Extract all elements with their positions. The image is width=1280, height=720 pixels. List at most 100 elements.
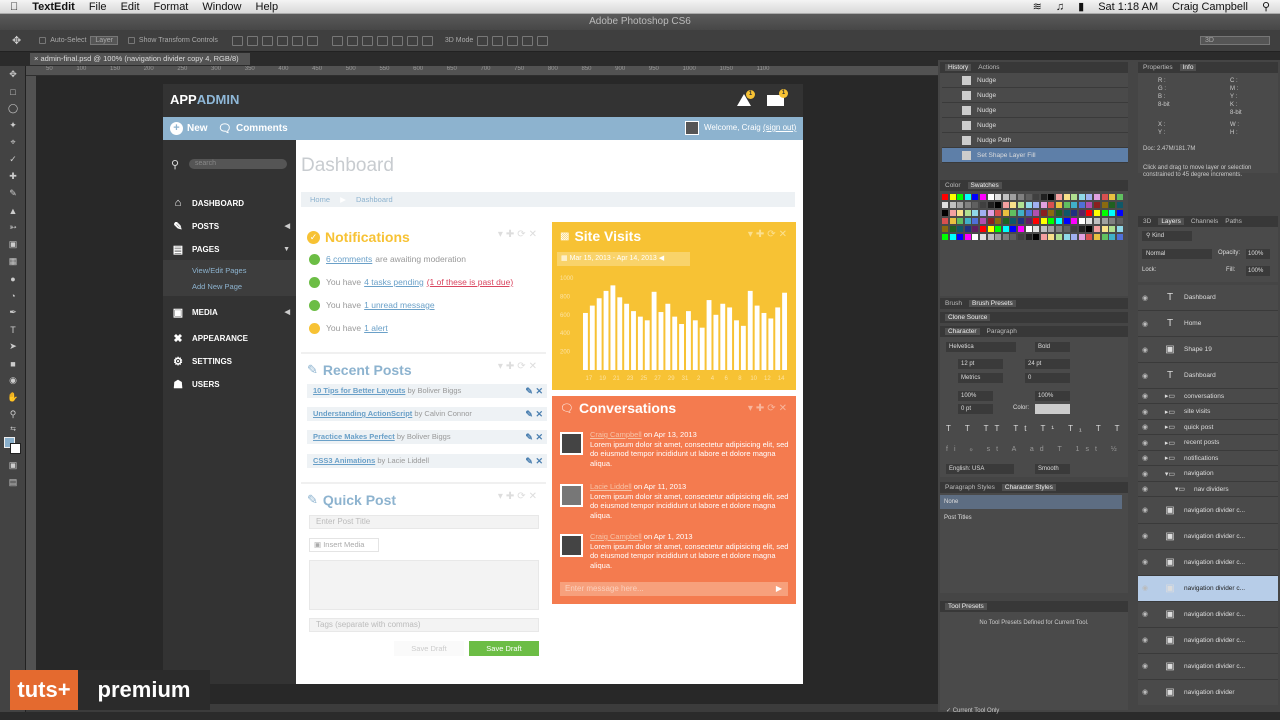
swatch[interactable]	[1025, 226, 1032, 232]
post-row[interactable]: 10 Tips for Better Layouts by Boliver Bi…	[307, 384, 547, 398]
avatar[interactable]	[560, 534, 583, 557]
tags-input[interactable]: Tags (separate with commas)	[309, 618, 539, 632]
layer-row[interactable]: ◉ ▾▭ navigation	[1138, 467, 1278, 482]
layer-row[interactable]: ◉ ▸▭ recent posts	[1138, 436, 1278, 451]
visibility-eye-icon[interactable]: ◉	[1138, 662, 1152, 670]
chart-bar[interactable]	[692, 320, 698, 370]
fill-input[interactable]: 100%	[1246, 266, 1270, 276]
swatch[interactable]	[1094, 194, 1100, 200]
swatch[interactable]	[1040, 194, 1047, 200]
avatar[interactable]	[560, 432, 583, 455]
eraser-tool-icon[interactable]: ▣	[0, 236, 26, 253]
tracking-select[interactable]: 0	[1025, 373, 1070, 383]
background-color[interactable]	[10, 443, 21, 454]
swatch[interactable]	[1109, 226, 1116, 232]
history-item[interactable]: Nudge	[942, 103, 1128, 118]
align-top-icon[interactable]	[231, 35, 243, 46]
comments-button[interactable]: 🗨 Comments	[218, 122, 288, 135]
gradient-tool-icon[interactable]: ▦	[0, 253, 26, 270]
swatch[interactable]	[1025, 218, 1032, 224]
swatch[interactable]	[957, 218, 964, 224]
layer-row[interactable]: ◉ ▣ navigation divider	[1138, 680, 1278, 705]
history-item[interactable]: Nudge	[942, 88, 1128, 103]
swatch[interactable]	[1033, 210, 1040, 216]
edit-delete-icons[interactable]: ✎ ✕	[525, 430, 543, 444]
swatch[interactable]	[1025, 202, 1032, 208]
chart-bar[interactable]	[720, 303, 726, 370]
swatch[interactable]	[1010, 218, 1017, 224]
battery-icon[interactable]: ▮	[1078, 0, 1084, 13]
user-avatar[interactable]	[685, 121, 699, 135]
breadcrumb-home[interactable]: Home	[310, 195, 330, 204]
layer-row[interactable]: ◉ T Dashboard	[1138, 285, 1278, 311]
swatch[interactable]	[1078, 234, 1085, 240]
swatch[interactable]	[1048, 234, 1055, 240]
horizontal-scale-input[interactable]: 100%	[1035, 391, 1070, 401]
swatch[interactable]	[995, 194, 1002, 200]
swatch[interactable]	[1048, 194, 1055, 200]
quick-mask-icon[interactable]: ▣	[0, 457, 26, 474]
color-swatches[interactable]	[0, 435, 25, 457]
mail-icon[interactable]: 1	[767, 89, 788, 106]
workspace-select[interactable]: 3D	[1200, 36, 1270, 45]
swatch[interactable]	[957, 210, 964, 216]
insert-media-button[interactable]: ▣ Insert Media	[309, 538, 379, 552]
move-tool-icon[interactable]: ✥	[0, 66, 26, 83]
comments-link[interactable]: 6 comments	[326, 254, 372, 264]
send-icon[interactable]: ▶	[776, 582, 782, 596]
edit-delete-icons[interactable]: ✎ ✕	[525, 454, 543, 468]
font-family-select[interactable]: Helvetica	[946, 342, 1016, 352]
swatch[interactable]	[1078, 194, 1085, 200]
scale-3d-icon[interactable]	[537, 35, 549, 46]
swatch[interactable]	[1063, 234, 1070, 240]
chart-bar[interactable]	[651, 291, 657, 370]
swatch[interactable]	[1094, 234, 1100, 240]
swatch[interactable]	[1010, 226, 1017, 232]
swatch[interactable]	[1101, 226, 1108, 232]
visibility-eye-icon[interactable]: ◉	[1138, 584, 1152, 592]
tab-info[interactable]: Info	[1179, 64, 1197, 71]
baseline-input[interactable]: 0 pt	[958, 404, 993, 414]
message-input[interactable]: Enter message here... ▶	[560, 582, 788, 596]
chart-bar[interactable]	[699, 327, 705, 370]
app-menu[interactable]: TextEdit	[32, 1, 75, 13]
swatch[interactable]	[957, 194, 964, 200]
swatch[interactable]	[1101, 210, 1108, 216]
swatch[interactable]	[1094, 226, 1100, 232]
swatch[interactable]	[949, 202, 956, 208]
swatch[interactable]	[1033, 218, 1040, 224]
author-link[interactable]: Craig Campbell	[590, 532, 642, 541]
swatch[interactable]	[1048, 218, 1055, 224]
swatch[interactable]	[1002, 218, 1009, 224]
widget-controls[interactable]: ▾✚⟳✕	[748, 229, 790, 240]
history-brush-tool-icon[interactable]: ➳	[0, 219, 26, 236]
swatch[interactable]	[972, 202, 979, 208]
visibility-eye-icon[interactable]: ◉	[1138, 294, 1152, 302]
save-draft-disabled-button[interactable]: Save Draft	[394, 641, 464, 656]
swatch[interactable]	[1018, 202, 1024, 208]
current-tool-only-checkbox[interactable]: ✓ Current Tool Only	[946, 707, 999, 714]
swatch[interactable]	[1025, 194, 1032, 200]
author-link[interactable]: Craig Campbell	[590, 430, 642, 439]
tasks-link[interactable]: 4 tasks pending	[364, 277, 424, 287]
swatch[interactable]	[1056, 218, 1062, 224]
canvas-document[interactable]: APPADMIN 1 1 + New 🗨 Comments Welcome, C…	[163, 84, 803, 684]
layer-row[interactable]: ◉ ▸▭ quick post	[1138, 420, 1278, 435]
chart-bar[interactable]	[747, 290, 753, 370]
tab-channels[interactable]: Channels	[1191, 218, 1218, 225]
swatch[interactable]	[1056, 234, 1062, 240]
swatch[interactable]	[1010, 210, 1017, 216]
layer-row[interactable]: ◉ ▾▭ nav dividers	[1138, 482, 1278, 497]
swatch[interactable]	[1086, 234, 1093, 240]
avatar[interactable]	[560, 484, 583, 507]
marquee-tool-icon[interactable]: □	[0, 83, 26, 100]
tab-paragraph-styles[interactable]: Paragraph Styles	[945, 484, 995, 491]
swatch[interactable]	[1116, 202, 1123, 208]
layer-row[interactable]: ◉ ▸▭ conversations	[1138, 389, 1278, 404]
tab-character[interactable]: Character	[945, 328, 980, 335]
layer-row[interactable]: ◉ ▣ navigation divider c...	[1138, 628, 1278, 654]
swatch[interactable]	[1086, 194, 1093, 200]
message-link[interactable]: 1 unread message	[364, 300, 434, 310]
drag-3d-icon[interactable]	[507, 35, 519, 46]
swatch[interactable]	[1002, 194, 1009, 200]
